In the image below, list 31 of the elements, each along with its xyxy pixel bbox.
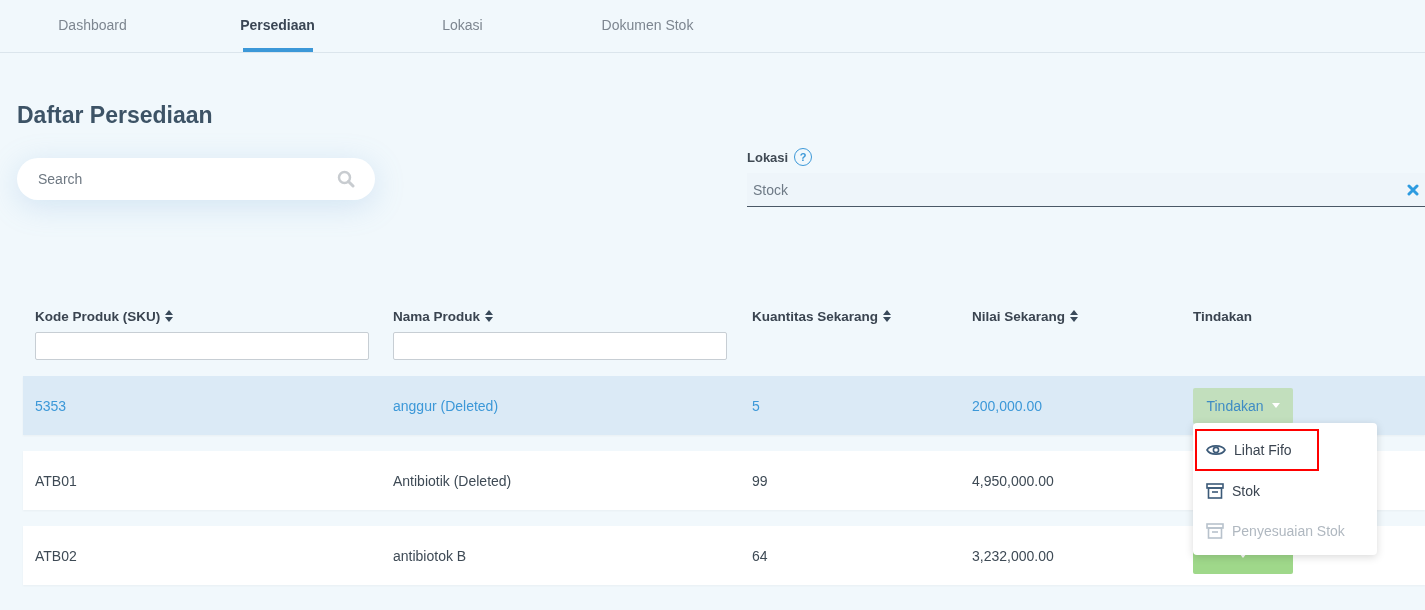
tab[interactable]: Lokasi (370, 0, 555, 52)
table-cell: 99 (752, 472, 768, 489)
table-cell: 4,950,000.00 (972, 472, 1054, 489)
table-cell: ATB01 (35, 472, 77, 489)
column-header[interactable]: Nama Produk (393, 308, 481, 324)
table-cell: anggur (Deleted) (393, 397, 499, 414)
column-header[interactable]: Tindakan (1193, 308, 1253, 324)
box-icon (1206, 523, 1224, 539)
filter-input[interactable] (393, 332, 727, 360)
tab[interactable]: Dokumen Stok (555, 0, 740, 52)
table-cell: Antibiotik (Deleted) (393, 472, 512, 489)
clear-icon[interactable] (1407, 183, 1419, 196)
caret-icon (1271, 403, 1280, 408)
table-cell: 5 (752, 397, 760, 414)
menu-item[interactable]: Stok (1195, 471, 1377, 511)
sort-icon[interactable] (485, 310, 494, 322)
column-header[interactable]: Nilai Sekarang (972, 308, 1066, 324)
sort-icon[interactable] (883, 310, 892, 322)
filter-input[interactable] (35, 332, 369, 360)
column-header[interactable]: Kuantitas Sekarang (752, 308, 879, 324)
eye-icon (1206, 443, 1226, 457)
column-header[interactable]: Kode Produk (SKU) (35, 308, 161, 324)
box-icon (1206, 483, 1224, 499)
field-label: Lokasi (747, 149, 789, 165)
page-title: Daftar Persediaan (17, 101, 214, 130)
tab[interactable]: Dashboard (0, 0, 185, 52)
table-cell: 200,000.00 (972, 397, 1043, 414)
table-cell: 5353 (35, 397, 67, 414)
search-field[interactable]: Search (17, 158, 375, 200)
sort-icon[interactable] (165, 310, 174, 322)
sort-icon[interactable] (1070, 310, 1079, 322)
